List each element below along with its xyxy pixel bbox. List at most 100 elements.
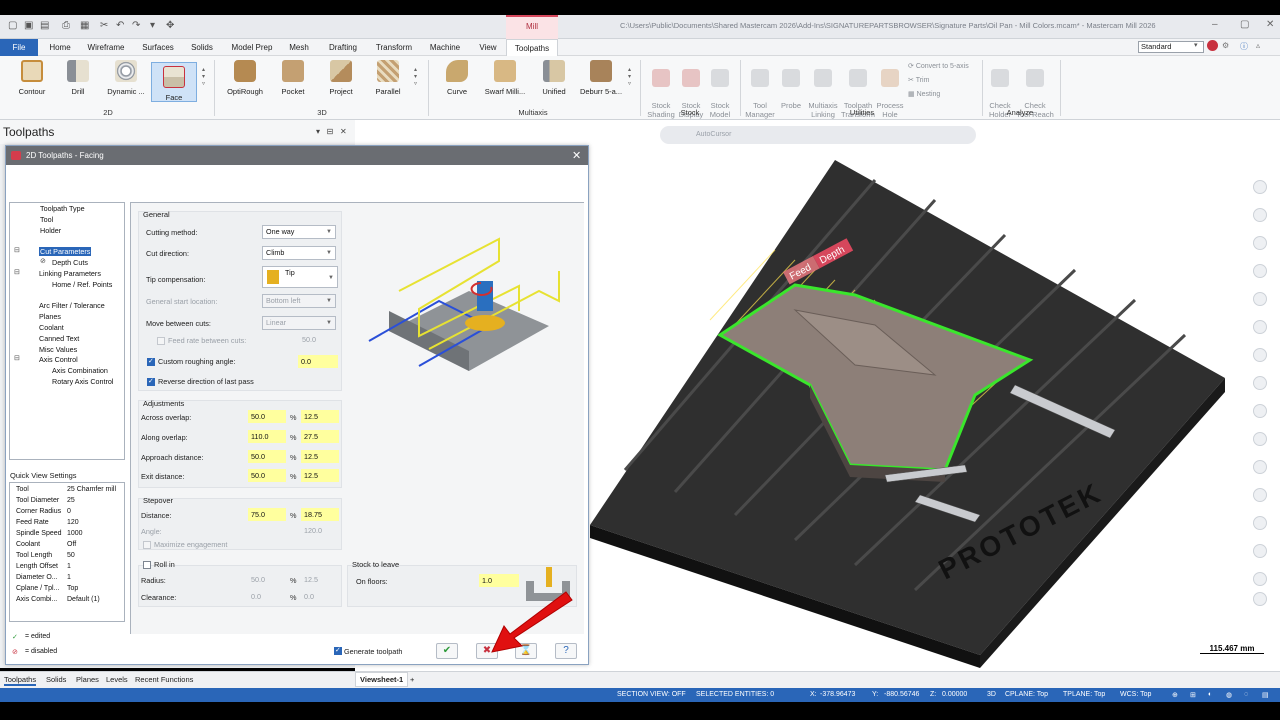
tree-item-planes[interactable]: Planes [39,312,61,321]
across-overlap-input[interactable]: 12.5 [301,410,339,423]
stepover-distance-pct-input[interactable]: 75.0 [248,508,286,521]
deburr-5-axis-button[interactable]: Deburr 5-a... [578,60,624,96]
section-view-icon[interactable] [1253,488,1267,502]
menu-wireframe[interactable]: Wireframe [84,39,128,56]
collapse-icon[interactable]: ⊟ [14,246,20,254]
move-between-cuts-select[interactable]: Linear ▼ [262,316,336,330]
isometric-icon[interactable] [1253,292,1267,306]
shading-icon[interactable] [1253,404,1267,418]
wireframe-icon[interactable] [1253,432,1267,446]
reverse-last-pass-checkbox[interactable] [147,377,155,386]
menu-transform[interactable]: Transform [372,39,416,56]
undo-icon[interactable]: ↶ [116,20,124,31]
tree-item-coolant[interactable]: Coolant [39,323,64,332]
tplane-status[interactable]: TPLANE: Top [1063,691,1105,698]
dynamic-button[interactable]: Dynamic ... [104,60,148,96]
unified-button[interactable]: Unified [536,60,572,96]
probe-button[interactable]: Probe [778,60,804,110]
maximize-engagement-checkbox[interactable] [143,541,151,549]
gallery-scroll-icon[interactable]: ▴ ▾ ▿ [628,66,631,87]
cplane-status[interactable]: CPLANE: Top [1005,691,1048,698]
save-icon[interactable]: ▣ [24,20,33,31]
cutting-method-select[interactable]: One way ▼ [262,225,336,239]
tab-recent-functions[interactable]: Recent Functions [135,675,193,684]
color-icon[interactable] [1253,516,1267,530]
tree-item-cut-parameters[interactable]: Cut Parameters [39,247,92,256]
menu-solids[interactable]: Solids [186,39,218,56]
tree-item-depth-cuts[interactable]: Depth Cuts [52,258,88,267]
gallery-scroll-icon[interactable]: ▴ ▾ ▿ [202,66,205,87]
tree-item-misc-values[interactable]: Misc Values [39,345,77,354]
dialog-titlebar[interactable]: 2D Toolpaths - Facing ✕ [6,146,588,165]
roll-in-checkbox[interactable] [143,561,151,569]
roll-in-radius-pct-input[interactable]: 50.0 [248,573,286,586]
top-view-icon[interactable] [1253,320,1267,334]
tree-item-canned-text[interactable]: Canned Text [39,334,79,343]
display-mode-icon[interactable] [1253,460,1267,474]
custom-angle-checkbox[interactable] [147,357,155,366]
parallel-button[interactable]: Parallel [370,60,406,96]
stepover-angle-input[interactable]: 120.0 [301,524,339,537]
ok-button[interactable]: ✔ [436,643,458,659]
save-as-icon[interactable]: ▤ [40,20,49,31]
front-view-icon[interactable] [1253,348,1267,362]
fit-icon[interactable] [1253,264,1267,278]
customize-qat-icon[interactable]: ▾ [150,20,155,31]
exit-distance-input[interactable]: 12.5 [301,469,339,482]
menu-mesh[interactable]: Mesh [284,39,314,56]
roll-in-clearance-pct-input[interactable]: 0.0 [248,590,286,603]
tab-toolpaths[interactable]: Toolpaths [4,675,37,686]
menu-toolpaths[interactable]: Toolpaths [506,39,558,56]
tree-item-axis-control[interactable]: Axis Control [39,355,78,364]
sun-icon[interactable] [1253,544,1267,558]
shading-mode-icon[interactable]: ◐ [1208,691,1212,698]
roll-in-radius-input[interactable]: 12.5 [301,573,339,586]
print-icon[interactable]: ⎙ [62,20,70,31]
zoom-in-icon[interactable] [1253,180,1267,194]
menu-model-prep[interactable]: Model Prep [228,39,276,56]
tree-item-rotary-axis-control[interactable]: Rotary Axis Control [52,377,114,386]
dialog-close-icon[interactable]: ✕ [572,149,581,162]
tree-item-axis-combination[interactable]: Axis Combination [52,366,108,375]
tree-item-arc-filter[interactable]: Arc Filter / Tolerance [39,301,105,310]
close-window-icon[interactable]: ✕ [1266,19,1274,30]
tree-item-toolpath-type[interactable]: Toolpath Type [40,204,85,213]
pan-icon[interactable] [1253,208,1267,222]
feed-between-checkbox[interactable] [157,337,165,345]
autocursor-label[interactable]: AutoCursor [696,131,731,138]
trim-button[interactable]: ✂ Trim [908,76,929,84]
stepover-distance-input[interactable]: 18.75 [301,508,339,521]
settings-icon[interactable]: ⚙ [1222,41,1229,50]
right-view-icon[interactable] [1253,376,1267,390]
contour-button[interactable]: Contour [12,60,52,96]
help-icon[interactable]: ⓘ [1240,41,1248,52]
collapse-ribbon-icon[interactable]: ▵ [1256,41,1260,50]
convert-5-axis-button[interactable]: ⟳ Convert to 5-axis [908,62,969,70]
menu-surfaces[interactable]: Surfaces [138,39,178,56]
add-viewsheet-icon[interactable]: + [410,675,414,684]
minimize-icon[interactable]: – [1212,19,1218,30]
swarf-milling-button[interactable]: Swarf Milli... [482,60,528,96]
project-button[interactable]: Project [324,60,358,96]
start-location-select[interactable]: Bottom left ▼ [262,294,336,308]
face-button[interactable]: Face [151,62,197,102]
settings-icon[interactable] [1253,572,1267,586]
tree-item-holder[interactable]: Holder [40,226,61,235]
tree-item-linking-parameters[interactable]: Linking Parameters [39,269,101,278]
viewsheet-tab[interactable]: Viewsheet-1 [355,672,409,687]
display-icon[interactable]: ◌ [1244,691,1248,698]
drill-button[interactable]: Drill [60,60,96,96]
tip-compensation-select[interactable]: Tip ▼ [262,266,338,288]
tool-manager-button[interactable]: Tool Manager [744,60,776,119]
tab-levels[interactable]: Levels [106,675,128,684]
stock-shading-button[interactable]: Stock Shading [644,60,678,119]
tree-item-tool[interactable]: Tool [40,215,53,224]
approach-distance-input[interactable]: 12.5 [301,450,339,463]
generate-toolpath-checkbox[interactable] [334,646,342,655]
print-preview-icon[interactable]: ▦ [80,20,89,31]
tree-item-home-ref-points[interactable]: Home / Ref. Points [52,280,112,289]
feed-between-input[interactable]: 50.0 [299,333,339,346]
exit-distance-pct-input[interactable]: 50.0 [248,469,286,482]
cut-direction-select[interactable]: Climb ▼ [262,246,336,260]
grid-icon[interactable]: ⊞ [1190,691,1196,699]
